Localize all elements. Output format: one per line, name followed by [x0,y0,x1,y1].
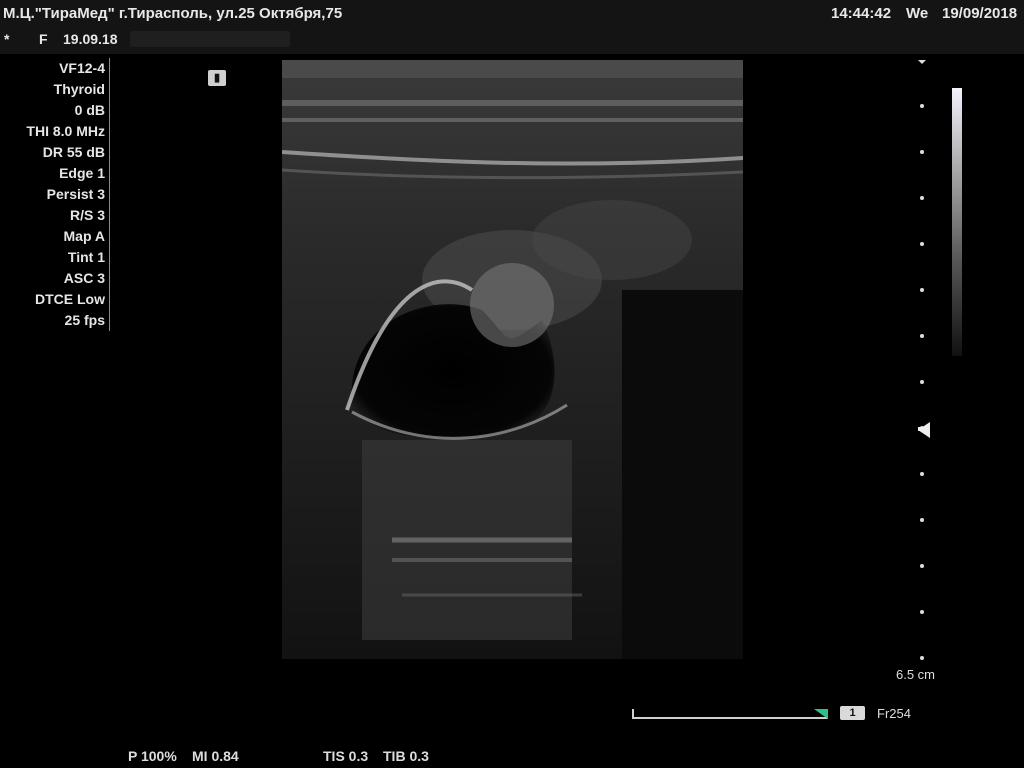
cine-track [632,717,828,719]
param-rs: R/S 3 [0,205,110,226]
frame-count-label: Fr254 [877,706,911,721]
power-output: P 100% [128,748,177,764]
grayscale-bar [952,88,962,356]
depth-scale [900,60,950,660]
mechanical-index: MI 0.84 [192,748,239,764]
patient-marker: * [4,31,10,47]
depth-tick [920,334,924,338]
ultrasound-image [282,60,743,659]
freeze-icon[interactable]: ▮ [208,70,226,86]
header-bar: М.Ц."ТираМед" г.Тирасполь, ул.25 Октября… [0,0,1024,54]
depth-tick [920,610,924,614]
weekday: We [906,5,929,22]
param-edge: Edge 1 [0,163,110,184]
depth-tick [920,472,924,476]
param-gain: 0 dB [0,100,110,121]
date: 19/09/2018 [942,5,1018,22]
param-asc: ASC 3 [0,268,110,289]
frame-index-badge: 1 [840,706,865,720]
thermal-index-soft: TIS 0.3 [323,748,369,764]
depth-tick [920,196,924,200]
depth-tick [920,380,924,384]
param-map: Map A [0,226,110,247]
depth-tick [920,104,924,108]
param-persist: Persist 3 [0,184,110,205]
depth-tick [920,656,924,660]
param-probe: VF12-4 [0,58,110,79]
param-dynamic-range: DR 55 dB [0,142,110,163]
patient-name-redacted [130,31,290,47]
param-tint: Tint 1 [0,247,110,268]
param-frequency: THI 8.0 MHz [0,121,110,142]
patient-sex: F [39,31,48,47]
clock-time: 14:44:42 [831,5,892,22]
param-preset: Thyroid [0,79,110,100]
scale-top-marker [918,60,926,64]
depth-tick [920,150,924,154]
param-fps: 25 fps [0,310,110,331]
clinic-name: М.Ц."ТираМед" г.Тирасполь, ул.25 Октября… [3,5,343,22]
patient-date: 19.09.18 [63,31,118,47]
depth-tick [920,518,924,522]
ultrasound-scan-graphic [282,60,743,659]
cine-loop-bar[interactable] [632,709,828,719]
cine-position-icon[interactable] [814,709,828,719]
depth-tick [920,288,924,292]
depth-tick [920,242,924,246]
param-dtce: DTCE Low [0,289,110,310]
thermal-index-bone: TIB 0.3 [383,748,429,764]
imaging-parameters: VF12-4 Thyroid 0 dB THI 8.0 MHz DR 55 dB… [0,58,110,331]
depth-tick [920,564,924,568]
focus-dot-icon [918,427,922,431]
depth-label: 6.5 cm [896,667,936,682]
